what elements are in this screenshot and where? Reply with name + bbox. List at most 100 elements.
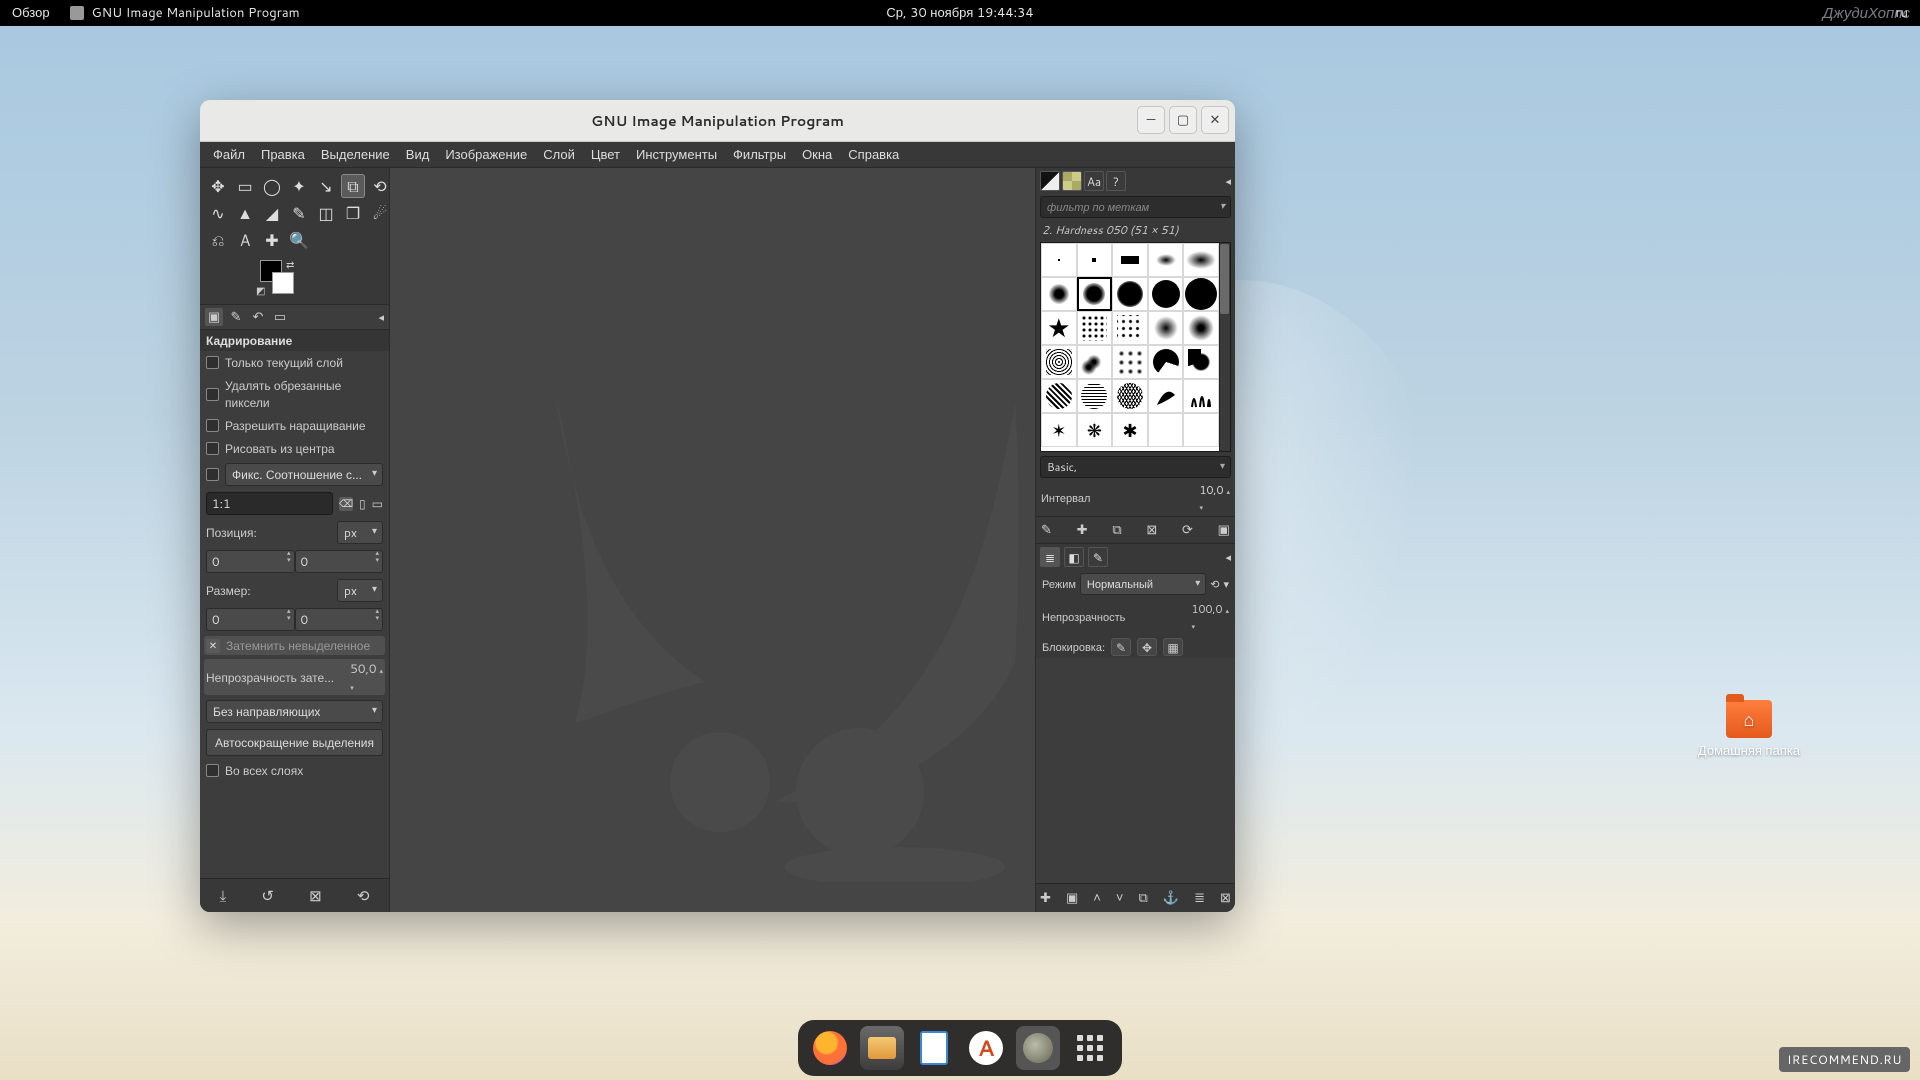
tab-patterns[interactable] bbox=[1062, 171, 1082, 191]
menu-file[interactable]: Файл bbox=[206, 143, 252, 167]
opacity-value[interactable]: 100,0 bbox=[1191, 601, 1229, 633]
brush-chalk-3[interactable] bbox=[1112, 345, 1148, 379]
tool-crop[interactable]: ⧉ bbox=[341, 174, 365, 198]
brush-refresh-button[interactable]: ⟳ bbox=[1182, 521, 1193, 539]
tool-paths[interactable]: ⎌ bbox=[206, 228, 230, 252]
reset-preset-button[interactable]: ⟲ bbox=[357, 885, 370, 906]
top-app-menu[interactable]: GNU Image Manipulation Program bbox=[70, 4, 300, 22]
brush-grunge-2[interactable] bbox=[1183, 345, 1219, 379]
layer-delete-button[interactable]: ⊠ bbox=[1220, 889, 1231, 907]
brushes-tab-menu[interactable]: ◂ bbox=[1225, 173, 1231, 189]
menu-colors[interactable]: Цвет bbox=[584, 143, 627, 167]
tool-text[interactable]: A bbox=[233, 228, 257, 252]
layers-tab-menu[interactable]: ◂ bbox=[1225, 549, 1231, 565]
chk-highlight[interactable]: ✕ bbox=[206, 639, 220, 653]
brush-soft-large[interactable] bbox=[1183, 243, 1219, 277]
brush-sparks-1[interactable] bbox=[1077, 311, 1113, 345]
brush-grunge-1[interactable] bbox=[1148, 345, 1184, 379]
position-x-input[interactable]: 0 bbox=[206, 550, 295, 573]
brush-chalk-1[interactable] bbox=[1041, 345, 1077, 379]
mode-menu-button[interactable]: ▾ bbox=[1223, 576, 1229, 592]
desktop-home-folder[interactable]: ⌂ Домашняя папка bbox=[1698, 700, 1800, 760]
brush-pixel-3[interactable] bbox=[1077, 243, 1113, 277]
tab-brushes[interactable] bbox=[1040, 171, 1060, 191]
restore-preset-button[interactable]: ↺ bbox=[261, 885, 274, 906]
tab-images[interactable]: ▭ bbox=[271, 308, 289, 326]
window-maximize-button[interactable]: ▢ bbox=[1169, 106, 1197, 134]
layer-duplicate-button[interactable]: ⧉ bbox=[1139, 889, 1148, 907]
color-swatches[interactable]: ⇄ ◩ bbox=[260, 260, 389, 302]
tool-clone[interactable]: ❐ bbox=[341, 201, 365, 225]
landscape-orientation-button[interactable]: ▭ bbox=[372, 495, 383, 512]
chk-current-layer[interactable] bbox=[206, 356, 219, 369]
menu-help[interactable]: Справка bbox=[841, 143, 906, 167]
tab-fonts[interactable]: Aa bbox=[1084, 171, 1104, 191]
lock-position-button[interactable]: ✥ bbox=[1137, 638, 1157, 656]
tool-eraser[interactable]: ◫ bbox=[314, 201, 338, 225]
layer-anchor-button[interactable]: ⚓ bbox=[1163, 889, 1179, 907]
brush-block[interactable] bbox=[1112, 243, 1148, 277]
tab-device-status[interactable]: ✎ bbox=[227, 308, 245, 326]
dock-document[interactable] bbox=[912, 1026, 956, 1070]
brush-texture-3[interactable] bbox=[1112, 379, 1148, 413]
menu-filters[interactable]: Фильтры bbox=[726, 143, 793, 167]
tab-paths[interactable]: ✎ bbox=[1088, 547, 1108, 567]
highlight-opacity-value[interactable]: 50,0 bbox=[350, 660, 383, 694]
dock-gimp[interactable] bbox=[1016, 1026, 1060, 1070]
lock-alpha-button[interactable]: ▦ bbox=[1163, 638, 1183, 656]
dock-show-apps[interactable] bbox=[1068, 1026, 1112, 1070]
tool-fuzzy-select[interactable]: ✦ bbox=[287, 174, 311, 198]
default-colors-icon[interactable]: ◩ bbox=[256, 284, 265, 298]
brush-splat-2[interactable]: ❋ bbox=[1077, 413, 1113, 447]
brush-hard-050[interactable] bbox=[1077, 277, 1113, 311]
layer-merge-button[interactable]: ≣ bbox=[1194, 889, 1205, 907]
brush-empty-2[interactable] bbox=[1183, 413, 1219, 447]
brush-chalk-2[interactable] bbox=[1077, 345, 1113, 379]
brush-spray[interactable] bbox=[1148, 311, 1184, 345]
dock-software[interactable]: A bbox=[964, 1026, 1008, 1070]
tool-heal[interactable]: ✚ bbox=[260, 228, 284, 252]
menu-windows[interactable]: Окна bbox=[795, 143, 839, 167]
dock-files[interactable] bbox=[860, 1026, 904, 1070]
tool-align[interactable]: ▭ bbox=[233, 174, 257, 198]
tab-layers[interactable]: ≣ bbox=[1040, 547, 1060, 567]
layer-down-button[interactable]: ˅ bbox=[1116, 889, 1124, 907]
window-minimize-button[interactable]: — bbox=[1137, 106, 1165, 134]
menu-view[interactable]: Вид bbox=[399, 143, 437, 167]
tool-bucket[interactable]: ▲ bbox=[233, 201, 257, 225]
delete-preset-button[interactable]: ⊠ bbox=[309, 885, 322, 906]
brush-hard-025[interactable] bbox=[1041, 277, 1077, 311]
tool-smudge[interactable]: ☄ bbox=[368, 201, 392, 225]
fixed-aspect-dropdown[interactable]: Фикс. Соотношение с… bbox=[225, 463, 383, 486]
mode-reset-button[interactable]: ⟲ bbox=[1210, 576, 1219, 592]
blend-mode-dropdown[interactable]: Нормальный bbox=[1080, 573, 1206, 595]
menu-edit[interactable]: Правка bbox=[254, 143, 312, 167]
size-unit-dropdown[interactable]: px bbox=[337, 579, 383, 602]
tool-transform[interactable]: ⟲ bbox=[368, 174, 392, 198]
brush-open-as-image-button[interactable]: ▣ bbox=[1218, 521, 1230, 539]
layer-group-button[interactable]: ▣ bbox=[1066, 889, 1078, 907]
brush-hard-giant[interactable] bbox=[1183, 277, 1219, 311]
brush-hard-075[interactable] bbox=[1112, 277, 1148, 311]
image-canvas[interactable] bbox=[390, 168, 1035, 912]
position-unit-dropdown[interactable]: px bbox=[337, 521, 383, 544]
guides-dropdown[interactable]: Без направляющих bbox=[206, 700, 383, 723]
brush-splat-1[interactable]: ✶ bbox=[1041, 413, 1077, 447]
position-y-input[interactable]: 0 bbox=[295, 550, 384, 573]
brush-soft-small[interactable] bbox=[1148, 243, 1184, 277]
brush-sparks-2[interactable] bbox=[1112, 311, 1148, 345]
background-color[interactable] bbox=[272, 272, 294, 294]
tool-gradient[interactable]: ◢ bbox=[260, 201, 284, 225]
aspect-ratio-input[interactable]: 1:1 bbox=[206, 492, 333, 515]
save-preset-button[interactable]: ⤓ bbox=[220, 885, 227, 906]
tool-pencil[interactable]: ✎ bbox=[287, 201, 311, 225]
spacing-value[interactable]: 10,0 bbox=[1199, 482, 1230, 514]
swap-colors-icon[interactable]: ⇄ bbox=[286, 258, 294, 272]
layer-new-button[interactable]: ✚ bbox=[1040, 889, 1051, 907]
tool-warp[interactable]: ∿ bbox=[206, 201, 230, 225]
brush-hard-100[interactable] bbox=[1148, 277, 1184, 311]
tool-scale[interactable]: ↘ bbox=[314, 174, 338, 198]
brush-pixel-1[interactable] bbox=[1041, 243, 1077, 277]
layers-list[interactable] bbox=[1036, 658, 1235, 883]
brush-texture-1[interactable] bbox=[1041, 379, 1077, 413]
